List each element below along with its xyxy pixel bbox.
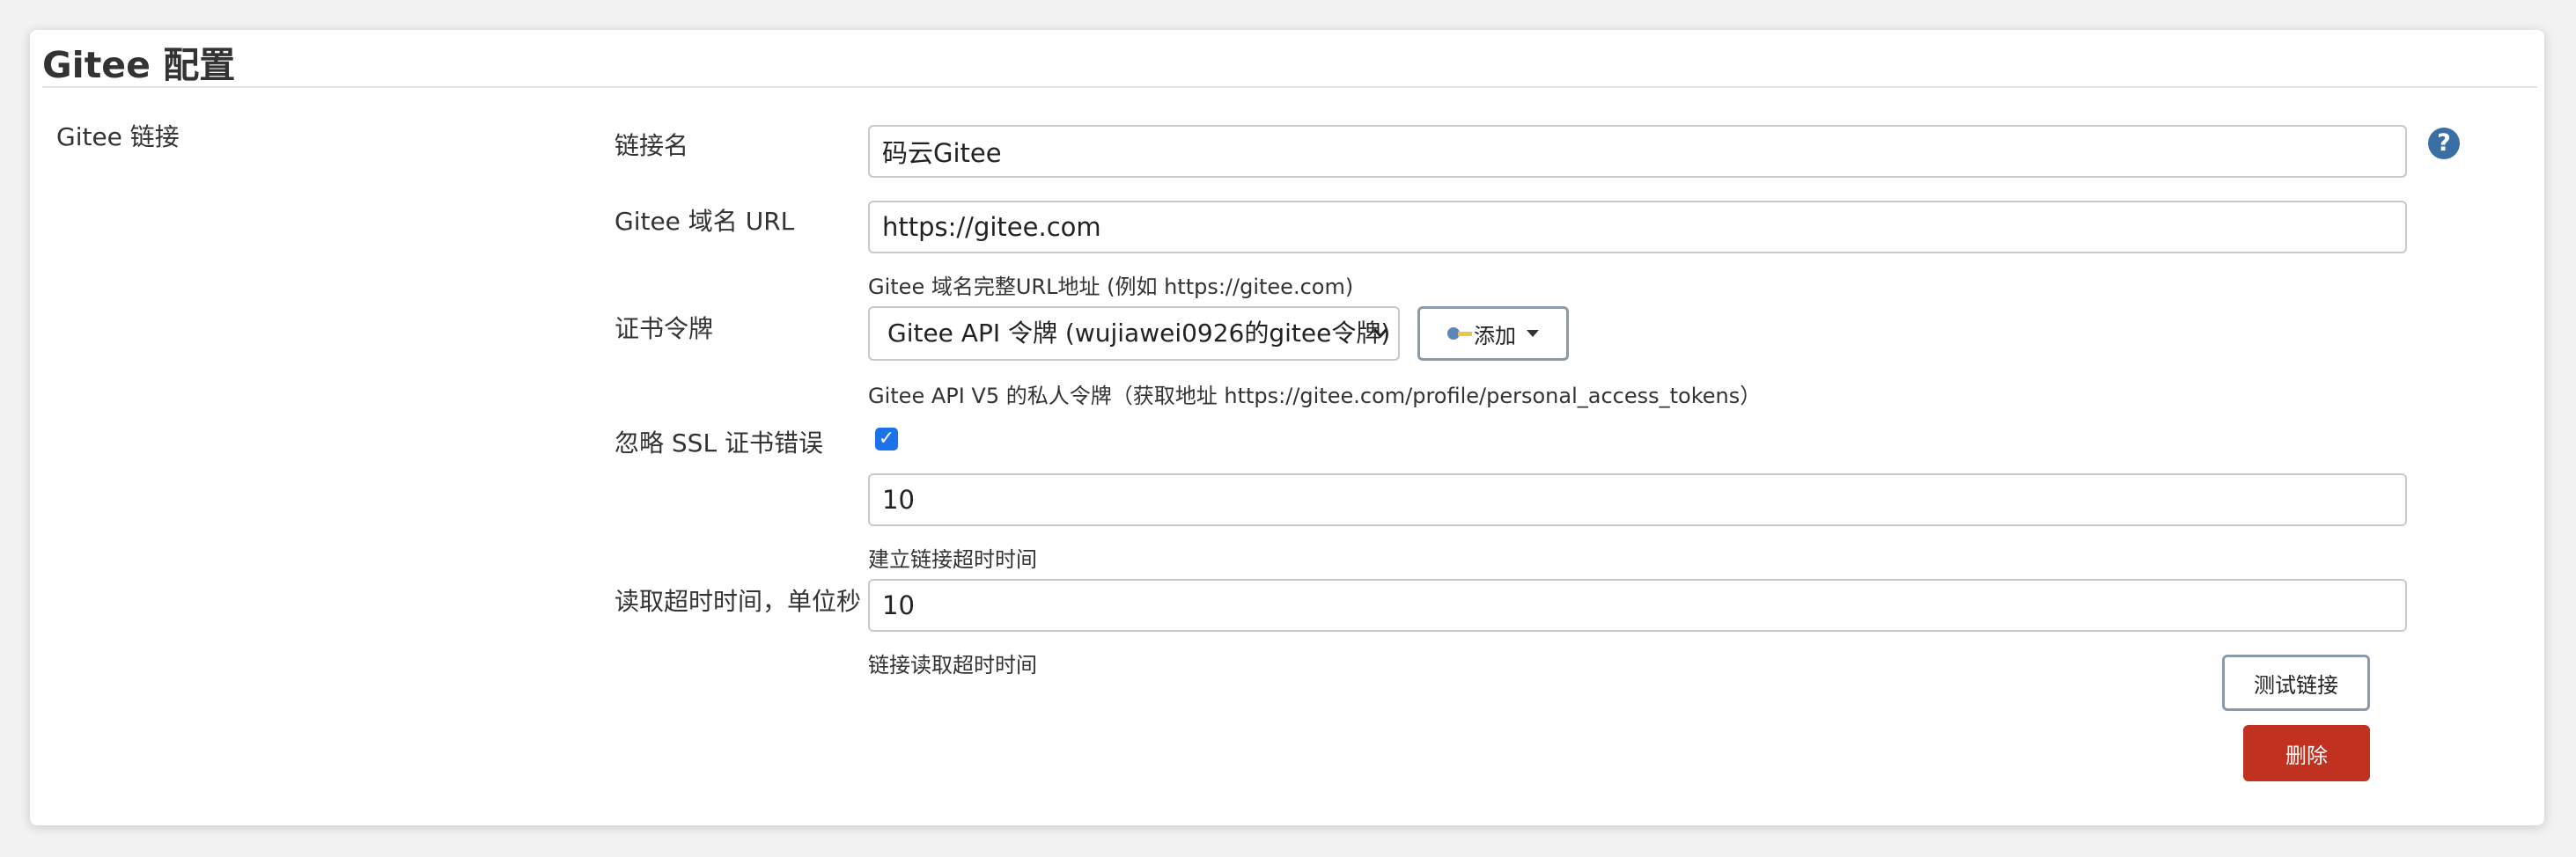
read-timeout-input[interactable] xyxy=(868,579,2407,632)
test-connection-button[interactable]: 测试链接 xyxy=(2222,655,2370,711)
domain-url-input[interactable] xyxy=(868,201,2407,253)
chevron-down-icon xyxy=(1372,308,1389,359)
section-title: Gitee 配置 xyxy=(42,44,236,86)
read-timeout-label: 读取超时时间，单位秒 xyxy=(615,587,862,616)
ignore-ssl-checkbox[interactable]: ✓ xyxy=(875,428,898,450)
title-divider xyxy=(42,86,2537,88)
connect-timeout-help: 建立链接超时时间 xyxy=(868,547,1037,572)
gitee-config-panel: Gitee 配置 Gitee 链接 链接名 ? Gitee 域名 URL Git… xyxy=(30,30,2544,825)
credentials-help: Gitee API V5 的私人令牌（获取地址 https://gitee.co… xyxy=(868,384,1762,408)
add-credentials-button[interactable]: 添加 xyxy=(1417,306,1569,361)
gitee-connection-group-label: Gitee 链接 xyxy=(56,122,180,151)
key-icon xyxy=(1447,327,1472,340)
ignore-ssl-label: 忽略 SSL 证书错误 xyxy=(615,428,823,458)
question-circle-icon[interactable]: ? xyxy=(2428,128,2460,159)
domain-url-label: Gitee 域名 URL xyxy=(615,207,795,236)
connection-name-input[interactable] xyxy=(868,125,2407,178)
connection-name-label: 链接名 xyxy=(615,131,689,160)
add-button-label: 添加 xyxy=(1474,323,1516,348)
caret-down-icon xyxy=(1527,330,1539,337)
delete-button[interactable]: 删除 xyxy=(2243,725,2370,781)
connect-timeout-input[interactable] xyxy=(868,473,2407,526)
credentials-selected-value: Gitee API 令牌 (wujiawei0926的gitee令牌) xyxy=(887,319,1391,348)
read-timeout-help: 链接读取超时时间 xyxy=(868,653,1037,678)
credentials-label: 证书令牌 xyxy=(615,314,714,343)
credentials-select[interactable]: Gitee API 令牌 (wujiawei0926的gitee令牌) xyxy=(868,306,1400,361)
domain-url-help: Gitee 域名完整URL地址 (例如 https://gitee.com) xyxy=(868,275,1354,299)
